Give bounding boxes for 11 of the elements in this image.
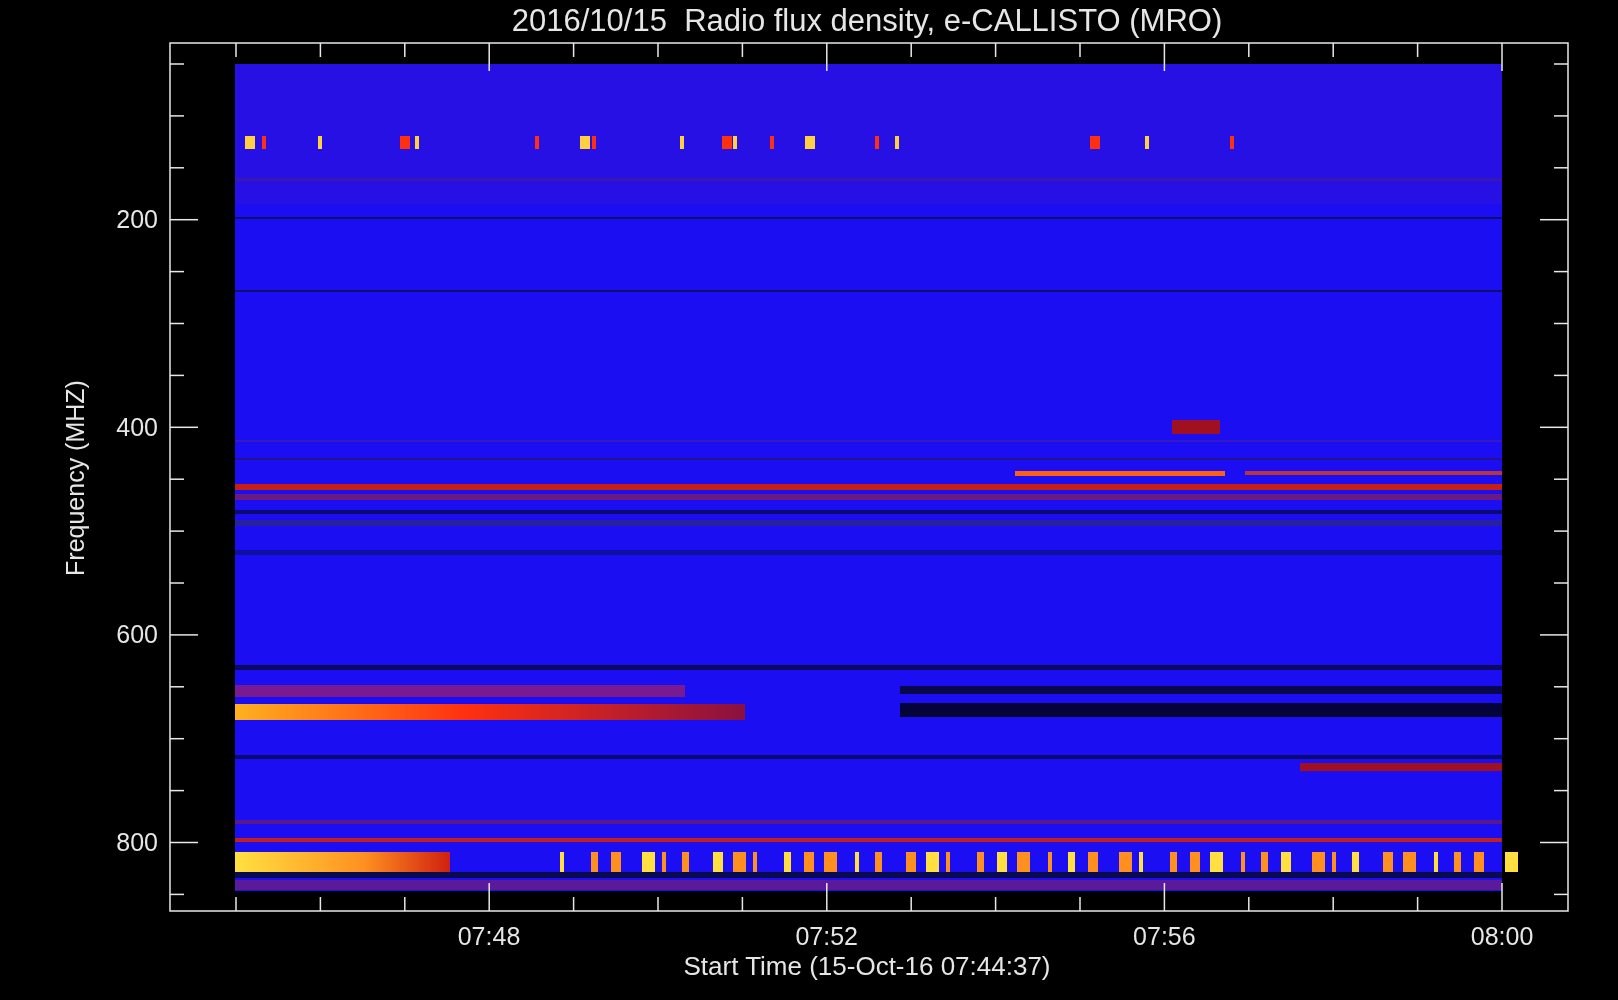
y-tick-label: 400: [116, 412, 158, 441]
y-axis-label: Frequency (MHZ): [61, 380, 89, 576]
y-tick-label: 800: [116, 827, 158, 856]
x-axis-label: Start Time (15-Oct-16 07:44:37): [683, 951, 1051, 981]
x-tick-label: 07:52: [795, 922, 858, 950]
x-tick-label: 07:48: [457, 922, 521, 950]
y-tick-label: 600: [116, 620, 158, 648]
x-tick-label: 07:56: [1133, 922, 1196, 950]
chart-title: 2016/10/15 Radio flux density, e-CALLISTO (MRO): [511, 3, 1223, 38]
y-tick-label: 200: [116, 205, 158, 233]
x-tick-label: 08:00: [1470, 922, 1534, 950]
